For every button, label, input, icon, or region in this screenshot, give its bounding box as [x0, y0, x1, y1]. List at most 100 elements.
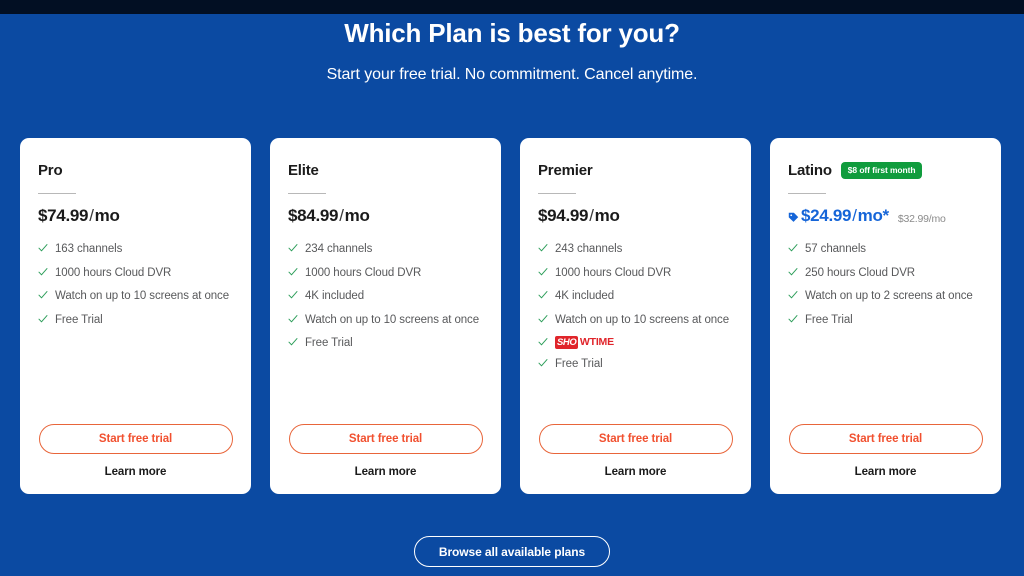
- plan-name: Premier: [538, 161, 593, 179]
- feature-item: 243 channels: [538, 242, 733, 258]
- plan-card-footer: Start free trial Learn more: [788, 408, 983, 478]
- check-icon: [38, 290, 48, 302]
- showtime-logo-mark: SHO: [555, 336, 579, 350]
- feature-item: Free Trial: [288, 336, 483, 352]
- check-icon: [38, 243, 48, 255]
- check-icon: [538, 314, 548, 326]
- plan-card-header: Latino $8 off first month: [788, 160, 983, 180]
- price-asterisk: *: [882, 206, 890, 225]
- feature-label: 57 channels: [805, 243, 866, 255]
- feature-list: 163 channels 1000 hours Cloud DVR Watch on…: [38, 242, 233, 328]
- price-amount: $94.99: [538, 206, 589, 225]
- check-icon: [38, 314, 48, 326]
- price-tag-icon: [788, 212, 799, 223]
- price-amount: $84.99: [288, 206, 339, 225]
- plan-card-footer: Start free trial Learn more: [288, 408, 483, 478]
- feature-item: 1000 hours Cloud DVR: [38, 266, 233, 282]
- price-period: mo: [94, 206, 120, 225]
- feature-label: 1000 hours Cloud DVR: [55, 266, 172, 279]
- feature-item: 1000 hours Cloud DVR: [538, 266, 733, 282]
- check-icon: [538, 267, 548, 279]
- plan-card-header: Premier: [538, 160, 733, 180]
- feature-label: Watch on up to 10 screens at once: [55, 290, 229, 303]
- start-free-trial-button[interactable]: Start free trial: [38, 424, 233, 454]
- learn-more-link[interactable]: Learn more: [855, 466, 917, 478]
- learn-more-link[interactable]: Learn more: [355, 466, 417, 478]
- feature-item: 234 channels: [288, 242, 483, 258]
- feature-item: 4K included: [288, 289, 483, 305]
- original-price: $32.99/mo: [897, 212, 946, 225]
- feature-item: 4K included: [538, 289, 733, 305]
- promo-badge: $8 off first month: [840, 161, 923, 179]
- feature-list: 234 channels 1000 hours Cloud DVR 4K inclu…: [288, 242, 483, 352]
- feature-item: Free Trial: [38, 313, 233, 329]
- feature-item: Watch on up to 2 screens at once: [788, 289, 983, 305]
- check-icon: [288, 314, 298, 326]
- feature-label: Watch on up to 10 screens at once: [555, 313, 729, 326]
- plan-card-header: Pro: [38, 160, 233, 180]
- price-row: $84.99/mo: [288, 206, 483, 228]
- plan-card: Premier $94.99/mo 243 channels 1000 hours C…: [520, 138, 751, 494]
- feature-label: 250 hours Cloud DVR: [805, 266, 915, 279]
- browse-plans-container: Browse all available plans: [0, 536, 1024, 567]
- plan-name: Pro: [38, 161, 63, 179]
- price-period: mo: [344, 206, 370, 225]
- plan-price: $94.99/mo: [538, 206, 620, 226]
- feature-item: Free Trial: [538, 357, 733, 373]
- start-free-trial-button[interactable]: Start free trial: [788, 424, 983, 454]
- feature-label: Free Trial: [305, 337, 353, 350]
- feature-item: Watch on up to 10 screens at once: [38, 289, 233, 305]
- check-icon: [538, 358, 548, 370]
- check-icon: [788, 314, 798, 326]
- plan-card-footer: Start free trial Learn more: [38, 408, 233, 478]
- feature-item: 1000 hours Cloud DVR: [288, 266, 483, 282]
- feature-item: 163 channels: [38, 242, 233, 258]
- plan-card-header: Elite: [288, 160, 483, 180]
- plan-card-footer: Start free trial Learn more: [538, 408, 733, 478]
- check-icon: [538, 290, 548, 302]
- feature-list: 243 channels 1000 hours Cloud DVR 4K inclu…: [538, 242, 733, 373]
- feature-label: 1000 hours Cloud DVR: [305, 266, 422, 279]
- feature-label: 243 channels: [555, 243, 623, 255]
- price-period: mo: [594, 206, 620, 225]
- start-free-trial-button[interactable]: Start free trial: [538, 424, 733, 454]
- plan-name: Latino: [788, 161, 832, 179]
- plan-name: Elite: [288, 161, 319, 179]
- learn-more-link[interactable]: Learn more: [605, 466, 667, 478]
- price-row: $94.99/mo: [538, 206, 733, 228]
- check-icon: [538, 337, 548, 349]
- plan-card: Elite $84.99/mo 234 channels 1000 hours Clo…: [270, 138, 501, 494]
- feature-label: 234 channels: [305, 243, 373, 255]
- price-row: $24.99/mo * $32.99/mo: [788, 206, 983, 228]
- feature-label: 163 channels: [55, 243, 123, 255]
- check-icon: [788, 243, 798, 255]
- start-free-trial-button[interactable]: Start free trial: [288, 424, 483, 454]
- showtime-logo-text: WTIME: [579, 336, 614, 349]
- feature-list: 57 channels 250 hours Cloud DVR Watch on u…: [788, 242, 983, 328]
- top-bar: [0, 0, 1024, 14]
- check-icon: [538, 243, 548, 255]
- feature-label: Watch on up to 10 screens at once: [305, 313, 479, 326]
- feature-item: 250 hours Cloud DVR: [788, 266, 983, 282]
- check-icon: [788, 290, 798, 302]
- browse-all-plans-button[interactable]: Browse all available plans: [413, 536, 611, 567]
- check-icon: [288, 243, 298, 255]
- feature-item: Watch on up to 10 screens at once: [538, 313, 733, 329]
- check-icon: [788, 267, 798, 279]
- pricing-page: Which Plan is best for you? Start your f…: [0, 0, 1024, 576]
- check-icon: [288, 290, 298, 302]
- check-icon: [38, 267, 48, 279]
- divider: [538, 193, 576, 194]
- feature-label: 4K included: [555, 290, 614, 303]
- check-icon: [288, 267, 298, 279]
- learn-more-link[interactable]: Learn more: [105, 466, 167, 478]
- feature-item: SHO WTIME: [538, 336, 733, 350]
- feature-label: Watch on up to 2 screens at once: [805, 290, 973, 303]
- divider: [38, 193, 76, 194]
- plan-price: $24.99/mo *: [788, 206, 889, 226]
- feature-label: Free Trial: [55, 313, 103, 326]
- feature-label: Free Trial: [555, 358, 603, 371]
- divider: [288, 193, 326, 194]
- plan-card: Latino $8 off first month $24.99/mo * $32.99…: [770, 138, 1001, 494]
- price-row: $74.99/mo: [38, 206, 233, 228]
